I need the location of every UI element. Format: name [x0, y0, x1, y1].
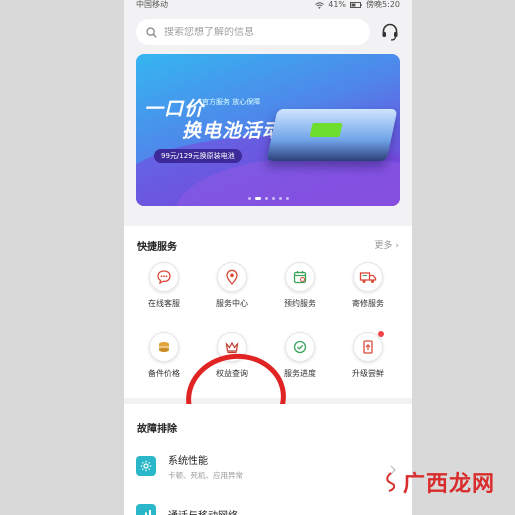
watermark-text: 广西龙网	[403, 471, 496, 497]
chevron-right-icon: ›	[395, 241, 399, 251]
carousel-dot[interactable]	[278, 197, 282, 200]
quick-item-label: 寄修服务	[352, 299, 384, 308]
banner-headline-2: 换电池活动	[182, 120, 283, 142]
quick-item-label: 服务中心	[216, 299, 248, 308]
carousel-dot[interactable]	[264, 197, 268, 200]
watermark: 广西龙网	[383, 466, 495, 498]
quick-item-label: 升级尝鲜	[352, 369, 384, 378]
promo-banner[interactable]: 一口价 官方服务 放心保障 换电池活动 99元/129元换原装电池	[136, 54, 400, 206]
clock: 傍晚5:20	[366, 0, 400, 9]
fault-item-subtitle: 卡顿、死机、应用异常	[168, 470, 243, 480]
search-row	[136, 19, 400, 45]
chat-icon	[149, 262, 179, 292]
coins-icon	[149, 332, 179, 362]
quick-item-label: 预约服务	[284, 299, 316, 308]
location-pin-icon	[217, 262, 247, 292]
headset-icon[interactable]	[380, 22, 400, 42]
wifi-icon	[315, 1, 325, 9]
troubleshooting-card: 故障排除 系统性能 卡顿、死机、应用异常 通话与移动网络	[124, 404, 412, 515]
fault-item-system-performance[interactable]: 系统性能 卡顿、死机、应用异常	[136, 448, 400, 484]
carousel-dot[interactable]	[285, 197, 289, 200]
network-icon	[136, 504, 156, 515]
troubleshooting-title: 故障排除	[137, 424, 177, 435]
fault-item-text: 通话与移动网络	[168, 507, 238, 515]
quick-item-parts-price[interactable]: 备件价格	[132, 332, 196, 379]
quick-item-mail-repair[interactable]: 寄修服务	[336, 262, 400, 309]
status-bar: 中国移动 41% 傍晚5:20	[124, 0, 412, 10]
search-bar[interactable]	[136, 19, 370, 45]
banner-subline: 官方服务 放心保障	[202, 98, 261, 106]
quick-item-label: 在线客服	[148, 299, 180, 308]
truck-icon	[353, 262, 383, 292]
dragon-logo-icon	[383, 472, 399, 492]
quick-item-service-center[interactable]: 服务中心	[200, 262, 264, 309]
search-input[interactable]	[164, 26, 354, 38]
search-icon	[146, 26, 157, 38]
quick-item-upgrade[interactable]: 升级尝鲜	[336, 331, 400, 379]
quick-item-appointment[interactable]: 预约服务	[268, 262, 332, 309]
fault-item-title: 系统性能	[168, 455, 208, 467]
gear-icon	[136, 456, 156, 476]
quick-services-title: 快捷服务	[137, 242, 177, 253]
battery-percent: 41%	[328, 0, 347, 9]
more-link[interactable]: 更多 ›	[375, 238, 400, 251]
quick-item-online-service[interactable]: 在线客服	[132, 262, 196, 309]
carousel-dot[interactable]	[254, 197, 261, 200]
fault-item-title: 通话与移动网络	[168, 507, 238, 515]
banner-price-pill: 99元/129元换原装电池	[154, 149, 242, 163]
carousel-dots	[136, 197, 400, 200]
notification-badge	[378, 331, 384, 337]
quick-services-card: 快捷服务 更多 › 在线客服 服务中心 预约服务 寄修服务 备件价格 权益查询 …	[124, 226, 412, 449]
carrier-label: 中国移动	[136, 0, 168, 9]
phone-illustration	[266, 109, 398, 161]
fault-item-calls-network[interactable]: 通话与移动网络	[136, 496, 400, 515]
calendar-icon	[285, 262, 315, 292]
carousel-dot[interactable]	[271, 197, 275, 200]
progress-icon	[285, 332, 315, 362]
app-screen: 中国移动 41% 傍晚5:20 一口价 官方服务 放心保障 换电池活动	[124, 0, 412, 515]
battery-icon	[350, 2, 362, 8]
quick-item-label: 备件价格	[148, 369, 180, 378]
battery-graphic	[309, 123, 343, 137]
fault-item-text: 系统性能 卡顿、死机、应用异常	[168, 452, 243, 481]
phone-upgrade-icon	[353, 331, 384, 362]
carousel-dot[interactable]	[247, 197, 251, 200]
more-label: 更多	[374, 241, 393, 251]
